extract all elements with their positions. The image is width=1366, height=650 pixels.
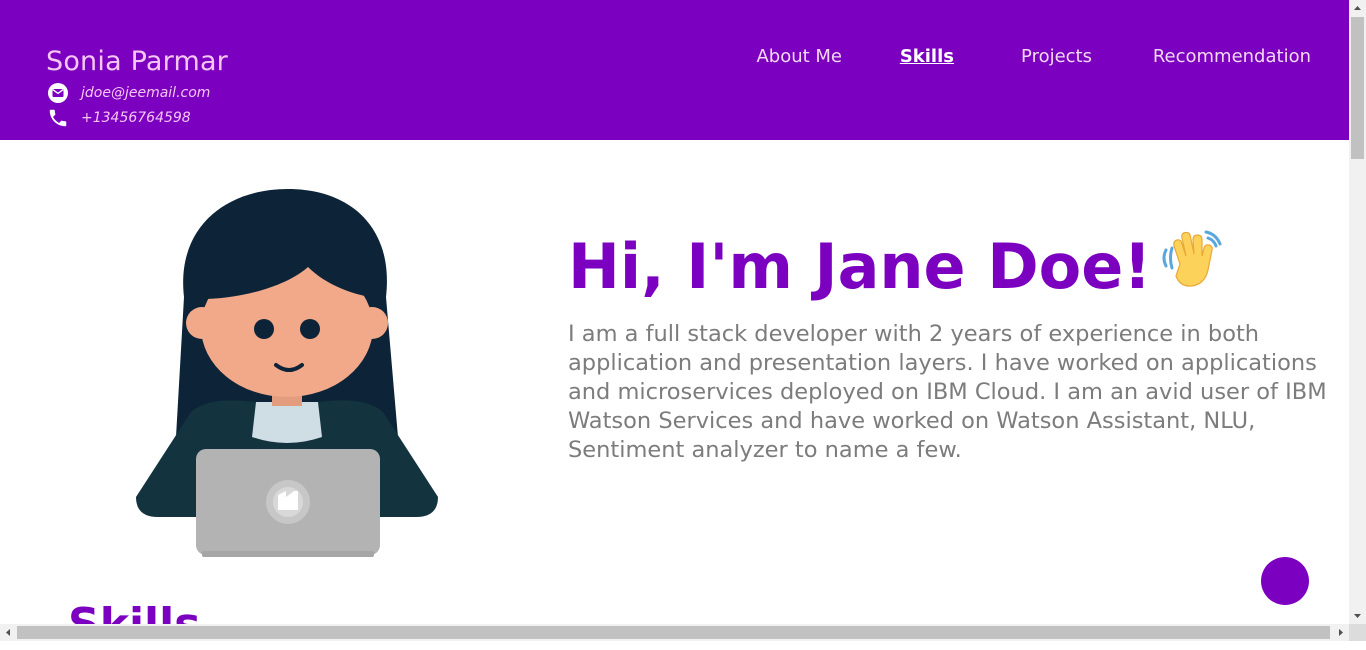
contact-phone-row: +13456764598 bbox=[47, 107, 191, 129]
hero-intro: I am a full stack developer with 2 years… bbox=[568, 321, 1327, 463]
scroll-right-arrow-icon[interactable] bbox=[1332, 624, 1349, 641]
hero-title: Hi, I'm Jane Doe! bbox=[568, 228, 1224, 306]
horizontal-scroll-thumb[interactable] bbox=[17, 626, 1330, 639]
scroll-up-arrow-icon[interactable] bbox=[1349, 0, 1366, 17]
vertical-scroll-thumb[interactable] bbox=[1351, 17, 1364, 159]
developer-avatar-illustration bbox=[136, 187, 438, 559]
scroll-down-arrow-icon[interactable] bbox=[1349, 607, 1366, 624]
nav-link-about-me[interactable]: About Me bbox=[756, 46, 842, 67]
floating-action-button[interactable] bbox=[1261, 557, 1309, 605]
contact-email[interactable]: jdoe@jeemail.com bbox=[81, 85, 210, 101]
nav-link-projects[interactable]: Projects bbox=[1021, 46, 1092, 67]
waving-hand-icon bbox=[1160, 228, 1224, 292]
site-owner-name: Sonia Parmar bbox=[46, 46, 228, 77]
scrollbar-corner bbox=[1349, 624, 1366, 641]
site-header: Sonia Parmar jdoe@jeemail.com +134567645… bbox=[0, 0, 1349, 140]
phone-icon bbox=[47, 107, 69, 129]
contact-phone[interactable]: +13456764598 bbox=[81, 110, 191, 126]
nav-link-recommendation[interactable]: Recommendation bbox=[1153, 46, 1311, 67]
mail-icon bbox=[47, 82, 69, 104]
hero-title-text: Hi, I'm Jane Doe! bbox=[568, 230, 1152, 303]
horizontal-scrollbar[interactable] bbox=[0, 624, 1349, 641]
vertical-scrollbar[interactable] bbox=[1349, 0, 1366, 624]
scroll-left-arrow-icon[interactable] bbox=[0, 624, 17, 641]
nav-link-skills[interactable]: Skills bbox=[900, 46, 954, 67]
contact-email-row: jdoe@jeemail.com bbox=[47, 82, 210, 104]
